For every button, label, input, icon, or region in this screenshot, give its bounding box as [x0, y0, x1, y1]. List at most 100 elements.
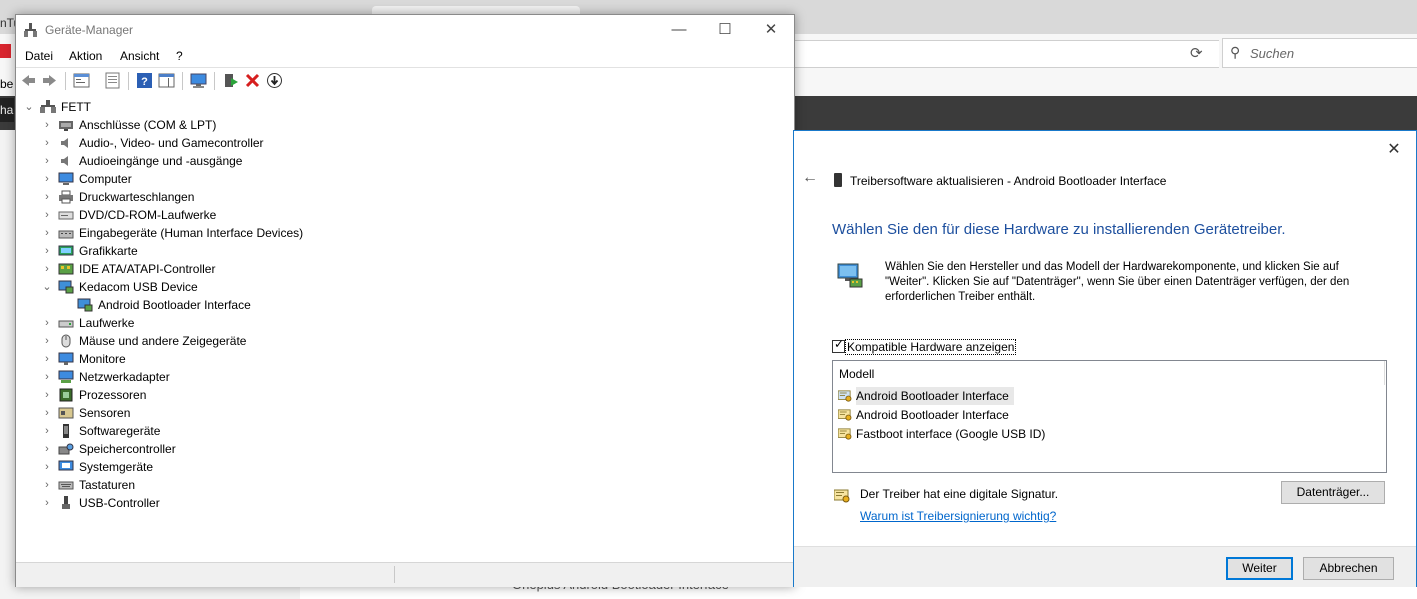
dvd-icon [58, 211, 74, 220]
tree-device[interactable]: Android Bootloader Interface [16, 296, 776, 314]
tree-root[interactable]: ⌄ FETT [16, 98, 776, 116]
tree-category-label: Computer [79, 172, 132, 186]
menu-help[interactable]: ? [176, 49, 183, 63]
reload-icon[interactable]: ⟳ [1190, 44, 1203, 62]
chevron-right-icon[interactable]: › [42, 476, 52, 494]
chevron-right-icon[interactable]: › [42, 206, 52, 224]
tree-category[interactable]: › Audio-, Video- und Gamecontroller [16, 134, 776, 152]
status-segment [16, 566, 395, 583]
chevron-right-icon[interactable]: › [42, 188, 52, 206]
chevron-right-icon[interactable]: › [42, 422, 52, 440]
tree-category[interactable]: › DVD/CD-ROM-Laufwerke [16, 206, 776, 224]
tree-category[interactable]: › Sensoren [16, 404, 776, 422]
chevron-right-icon[interactable]: › [42, 134, 52, 152]
chevron-right-icon[interactable]: › [42, 494, 52, 512]
menu-aktion[interactable]: Aktion [69, 49, 102, 63]
tree-category-label: Mäuse und andere Zeigegeräte [79, 334, 247, 348]
chevron-right-icon[interactable]: › [42, 116, 52, 134]
tree-category[interactable]: › Computer [16, 170, 776, 188]
tree-category[interactable]: › IDE ATA/ATAPI-Controller [16, 260, 776, 278]
computer-root-icon [40, 100, 56, 113]
have-disk-button[interactable]: Datenträger... [1281, 481, 1385, 504]
tree-category-label: Tastaturen [79, 478, 136, 492]
status-bar [16, 562, 794, 587]
back-arrow-icon[interactable]: ← [802, 169, 818, 187]
tree-category[interactable]: › Tastaturen [16, 476, 776, 494]
tree-category[interactable]: › Laufwerke [16, 314, 776, 332]
tree-category-label: Softwaregeräte [79, 424, 161, 438]
minimize-button[interactable]: — [656, 15, 702, 45]
sensor-icon [58, 407, 74, 419]
tree-device-label: Android Bootloader Interface [98, 298, 251, 312]
chevron-right-icon[interactable]: › [42, 242, 52, 260]
chevron-right-icon[interactable]: › [42, 170, 52, 188]
tree-category[interactable]: › Mäuse und andere Zeigegeräte [16, 332, 776, 350]
close-button[interactable]: ✕ [748, 15, 794, 45]
chevron-right-icon[interactable]: › [42, 404, 52, 422]
tree-category[interactable]: › Speichercontroller [16, 440, 776, 458]
tree-category[interactable]: › Monitore [16, 350, 776, 368]
bookmark-text[interactable]: be [0, 77, 13, 91]
tree-category[interactable]: › Prozessoren [16, 386, 776, 404]
tree-category[interactable]: › Grafikkarte [16, 242, 776, 260]
tree-category[interactable]: › Netzwerkadapter [16, 368, 776, 386]
chevron-right-icon[interactable]: › [42, 350, 52, 368]
scan-hardware-icon[interactable] [190, 72, 207, 89]
tree-category[interactable]: › Audioeingänge und -ausgänge [16, 152, 776, 170]
signature-help-link[interactable]: Warum ist Treibersignierung wichtig? [860, 509, 1056, 523]
cancel-button[interactable]: Abbrechen [1303, 557, 1394, 580]
close-icon[interactable]: ✕ [1379, 137, 1409, 163]
chevron-right-icon[interactable]: › [42, 260, 52, 278]
chevron-right-icon[interactable]: › [42, 224, 52, 242]
forward-icon[interactable] [41, 72, 58, 89]
back-icon[interactable] [20, 72, 37, 89]
tree-category[interactable]: › Softwaregeräte [16, 422, 776, 440]
chevron-right-icon[interactable]: › [42, 440, 52, 458]
tree-category[interactable]: › Druckwarteschlangen [16, 188, 776, 206]
chevron-right-icon[interactable]: › [42, 314, 52, 332]
model-list-header[interactable]: Modell [839, 367, 874, 381]
chevron-down-icon[interactable]: ⌄ [42, 278, 52, 296]
compatible-hardware-label[interactable]: Kompatible Hardware anzeigen [844, 339, 1017, 355]
tree-category[interactable]: › USB-Controller [16, 494, 776, 512]
addon-icon[interactable] [0, 44, 11, 58]
dialog-heading: Wählen Sie den für diese Hardware zu ins… [832, 221, 1286, 238]
dialog-description: Wählen Sie den Hersteller und das Modell… [885, 261, 1350, 303]
site-header-text[interactable]: ha [0, 98, 14, 122]
chevron-right-icon[interactable]: › [42, 458, 52, 476]
properties-view-icon[interactable] [73, 72, 90, 89]
device-tree[interactable]: ⌄ FETT › Anschlüsse (COM & LPT) › Audio-, V… [16, 94, 794, 562]
tree-category[interactable]: › Systemgeräte [16, 458, 776, 476]
menu-datei[interactable]: Datei [25, 49, 53, 63]
chevron-right-icon[interactable]: › [42, 386, 52, 404]
model-list-item-label: Android Bootloader Interface [856, 387, 1014, 405]
tree-category[interactable]: › Anschlüsse (COM & LPT) [16, 116, 776, 134]
uninstall-icon[interactable] [244, 72, 261, 89]
chevron-right-icon[interactable]: › [42, 152, 52, 170]
status-segment [396, 566, 788, 583]
help-icon[interactable]: ? [136, 72, 153, 89]
tree-category[interactable]: › Eingabegeräte (Human Interface Devices) [16, 224, 776, 242]
next-button[interactable]: Weiter [1226, 557, 1293, 580]
driver-certificate-icon [838, 390, 852, 402]
tree-category[interactable]: ⌄ Kedacom USB Device [16, 278, 776, 296]
details-view-icon[interactable] [104, 72, 121, 89]
usb-device-icon [58, 280, 74, 294]
title-bar[interactable]: Geräte-Manager — ☐ ✕ [16, 15, 794, 45]
update-driver-icon[interactable] [222, 72, 239, 89]
menu-ansicht[interactable]: Ansicht [120, 49, 159, 63]
maximize-button[interactable]: ☐ [702, 15, 748, 45]
model-list-item-label: Android Bootloader Interface [856, 408, 1009, 422]
action-view-icon[interactable] [158, 72, 175, 89]
model-list[interactable]: Modell Android Bootloader Interface Andro… [832, 360, 1387, 473]
dialog-header: Treibersoftware aktualisieren - Android … [850, 174, 1167, 188]
printer-icon [59, 190, 73, 204]
window-title: Geräte-Manager [45, 23, 134, 37]
tree-category-label: Kedacom USB Device [79, 280, 198, 294]
chevron-down-icon[interactable]: ⌄ [24, 98, 34, 116]
chevron-right-icon[interactable]: › [42, 368, 52, 386]
tree-category-label: Laufwerke [79, 316, 135, 330]
chevron-right-icon[interactable]: › [42, 332, 52, 350]
browser-url-bar[interactable] [790, 40, 1219, 68]
download-icon[interactable] [266, 72, 283, 89]
